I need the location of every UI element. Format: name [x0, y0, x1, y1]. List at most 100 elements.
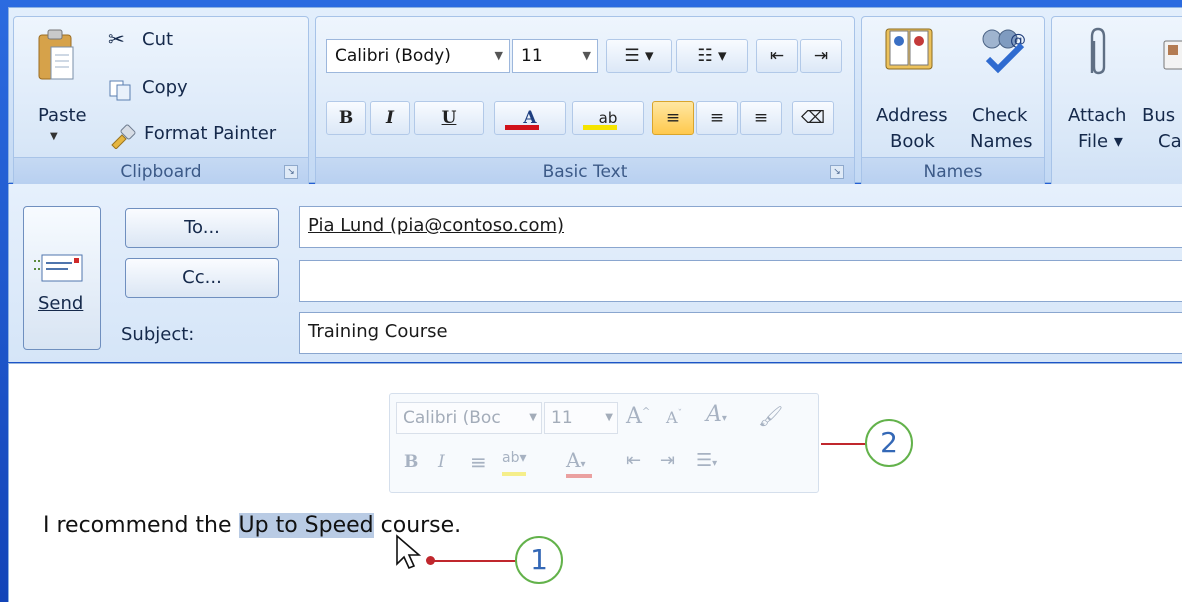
align-right-icon: ≡: [753, 108, 769, 128]
check-names-button[interactable]: @ Check Names: [956, 21, 1042, 153]
callout-1-badge: 1: [515, 536, 563, 584]
subject-label: Subject:: [121, 324, 195, 345]
names-group-label: Names: [862, 157, 1044, 187]
business-card-icon: [1163, 40, 1182, 70]
mini-increase-indent-icon[interactable]: ⇥: [660, 450, 675, 471]
format-painter-icon[interactable]: 🖌: [758, 404, 783, 428]
names-group-title: Names: [923, 162, 983, 182]
styles-icon[interactable]: A▾: [706, 402, 727, 427]
send-label: Send: [38, 293, 84, 314]
mini-italic-icon[interactable]: I: [438, 452, 445, 472]
align-left-button[interactable]: ≡: [652, 101, 694, 135]
font-name-value: Calibri (Body): [335, 46, 451, 66]
basic-text-group: Calibri (Body) ▼ 11 ▼ ☰ ▾ ☷ ▾ ⇤ ⇥ B I U …: [315, 16, 855, 188]
send-button[interactable]: Send: [23, 206, 101, 350]
paperclip-icon: [1090, 27, 1106, 75]
increase-indent-icon: ⇥: [813, 46, 829, 66]
mini-center-icon[interactable]: ≡: [470, 450, 487, 474]
mini-bold-icon[interactable]: B: [404, 452, 418, 472]
cut-button[interactable]: ✂ Cut: [108, 27, 228, 57]
grow-font-icon[interactable]: A^: [626, 404, 650, 429]
dialog-launcher-icon[interactable]: ↘: [284, 165, 298, 179]
basic-text-group-title: Basic Text: [542, 162, 628, 182]
subject-field[interactable]: Training Course: [299, 312, 1182, 354]
align-center-icon: ≡: [709, 108, 725, 128]
copy-icon: [109, 80, 131, 101]
chevron-down-icon: ▼: [582, 49, 591, 62]
italic-button[interactable]: I: [370, 101, 410, 135]
align-left-icon: ≡: [665, 108, 681, 128]
decrease-indent-button[interactable]: ⇤: [756, 39, 798, 73]
cc-button[interactable]: Cc...: [125, 258, 279, 298]
check-names-label-1: Check: [972, 105, 1028, 126]
increase-indent-button[interactable]: ⇥: [800, 39, 842, 73]
callout-2-badge: 2: [865, 419, 913, 467]
format-painter-label: Format Painter: [144, 123, 277, 144]
business-card-button[interactable]: Bus Ca: [1138, 21, 1182, 153]
address-book-icon: [885, 28, 933, 70]
font-size-value: 11: [521, 46, 543, 66]
chevron-down-icon: ▼: [494, 49, 503, 62]
underline-button[interactable]: U: [414, 101, 484, 135]
mini-font-name-combo[interactable]: Calibri (Boc ▼: [396, 402, 542, 434]
mini-decrease-indent-icon[interactable]: ⇤: [626, 450, 641, 471]
envelope-icon: [34, 254, 83, 282]
font-name-combo[interactable]: Calibri (Body) ▼: [326, 39, 510, 73]
shrink-font-icon[interactable]: Aˇ: [666, 408, 682, 427]
mini-font-color-icon[interactable]: A▾: [566, 448, 592, 478]
clipboard-group: Paste ▼ ✂ Cut Copy Format Painter Clipbo…: [13, 16, 309, 188]
address-book-button[interactable]: Address Book: [866, 21, 952, 153]
to-button[interactable]: To...: [125, 208, 279, 248]
check-names-label-2: Names: [970, 131, 1033, 152]
clear-formatting-button[interactable]: ⌫: [792, 101, 834, 135]
include-group: Attach File ▾ Bus Ca: [1051, 16, 1182, 188]
mini-bullets-icon[interactable]: ☰▾: [696, 450, 717, 471]
paste-label: Paste: [38, 105, 87, 126]
bullet-list-icon: ☰ ▾: [624, 46, 654, 66]
numbering-button[interactable]: ☷ ▾: [676, 39, 748, 73]
chevron-down-icon: ▼: [529, 412, 537, 423]
clipboard-group-label: Clipboard ↘: [14, 157, 308, 187]
highlight-swatch: [583, 125, 617, 130]
center-button[interactable]: ≡: [696, 101, 738, 135]
bullets-button[interactable]: ☰ ▾: [606, 39, 672, 73]
chevron-down-icon: ▼: [605, 412, 613, 423]
font-size-combo[interactable]: 11 ▼: [512, 39, 598, 73]
decrease-indent-icon: ⇤: [769, 46, 785, 66]
body-text-before: I recommend the: [43, 513, 239, 538]
numbered-list-icon: ☷ ▾: [697, 46, 727, 66]
dialog-launcher-icon[interactable]: ↘: [830, 165, 844, 179]
cc-field[interactable]: [299, 260, 1182, 302]
attach-file-label-1: Attach: [1068, 105, 1127, 126]
bold-button[interactable]: B: [326, 101, 366, 135]
eraser-icon: ⌫: [800, 108, 826, 128]
mini-highlight-icon[interactable]: ab▾: [502, 450, 527, 476]
check-names-icon: @: [982, 29, 1026, 74]
font-color-swatch: [505, 125, 539, 130]
mini-font-size-combo[interactable]: 11 ▼: [544, 402, 618, 434]
highlight-button[interactable]: ab: [572, 101, 644, 135]
copy-label: Copy: [142, 77, 188, 98]
names-group: Address Book @ Check Names Names: [861, 16, 1045, 188]
mini-highlight-swatch: [502, 472, 526, 476]
mini-font-size-value: 11: [551, 408, 573, 428]
address-book-label-1: Address: [876, 105, 948, 126]
font-color-button[interactable]: A: [494, 101, 566, 135]
scissors-icon: ✂: [108, 27, 125, 51]
clipboard-group-title: Clipboard: [120, 162, 202, 182]
format-painter-button[interactable]: Format Painter: [108, 121, 308, 151]
callout-2-leader: [821, 443, 869, 445]
mini-font-color-swatch: [566, 474, 592, 478]
message-body[interactable]: Calibri (Boc ▼ 11 ▼ A^ Aˇ A▾ 🖌 B I ≡ ab▾…: [8, 363, 1182, 602]
paste-button[interactable]: Paste ▼: [22, 23, 88, 143]
to-field[interactable]: Pia Lund (pia@contoso.com): [299, 206, 1182, 248]
business-card-label-1: Bus: [1142, 105, 1176, 126]
mini-font-name-value: Calibri (Boc: [403, 408, 501, 428]
align-right-button[interactable]: ≡: [740, 101, 782, 135]
mouse-pointer-icon: [396, 534, 422, 570]
mini-toolbar: Calibri (Boc ▼ 11 ▼ A^ Aˇ A▾ 🖌 B I ≡ ab▾…: [389, 393, 819, 493]
selected-text[interactable]: Up to Speed: [238, 513, 374, 538]
address-book-label-2: Book: [890, 131, 935, 152]
attach-file-button[interactable]: Attach File ▾: [1056, 21, 1138, 153]
copy-button[interactable]: Copy: [108, 75, 228, 105]
